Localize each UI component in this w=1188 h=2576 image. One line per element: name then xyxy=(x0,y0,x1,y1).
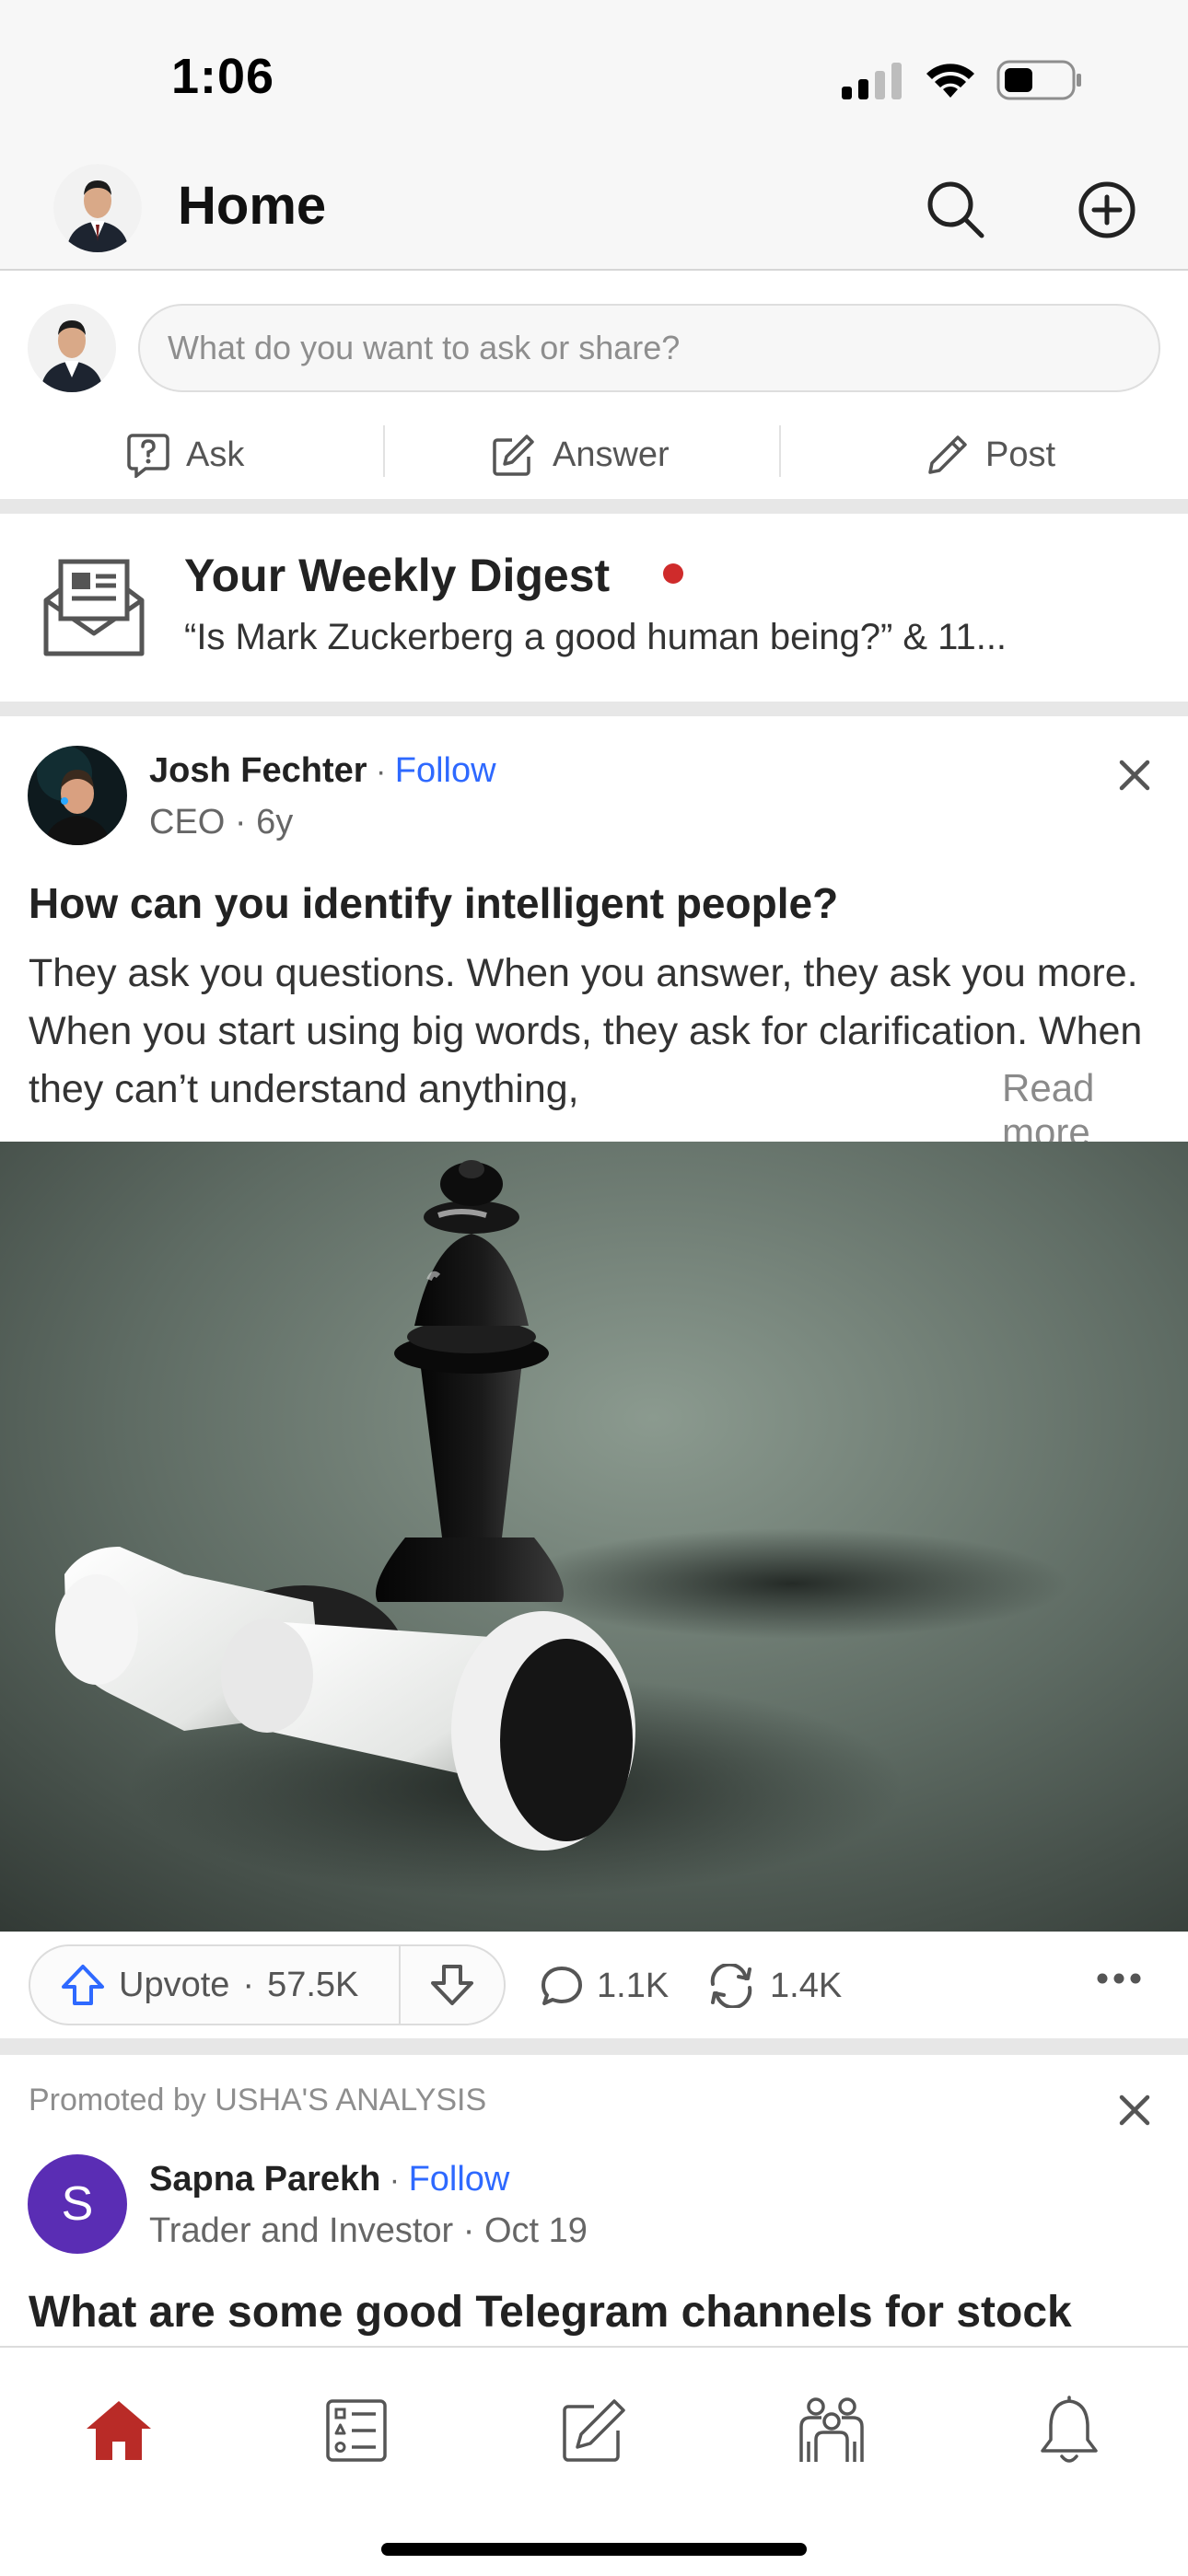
question-title[interactable]: How can you identify intelligent people? xyxy=(29,878,838,928)
upvote-label: Upvote xyxy=(119,1965,230,2004)
cellular-signal-icon xyxy=(842,63,903,99)
promoted-follow-button[interactable]: Follow xyxy=(409,2160,510,2199)
action-divider xyxy=(383,425,385,477)
comments-button[interactable]: 1.1K xyxy=(540,1954,669,2018)
feed-divider xyxy=(0,2038,1188,2055)
separator-dot: · xyxy=(242,1965,255,2004)
add-icon[interactable] xyxy=(1076,179,1138,241)
separator-dot: · xyxy=(367,754,395,789)
search-icon[interactable] xyxy=(925,179,987,241)
digest-title: Your Weekly Digest xyxy=(184,550,611,601)
share-button[interactable]: 1.4K xyxy=(705,1954,842,2018)
answer-button[interactable]: Answer xyxy=(492,418,670,492)
promoted-post: Promoted by USHA'S ANALYSIS S Sapna Pare… xyxy=(0,2055,1188,2346)
answer-icon xyxy=(492,433,536,477)
pencil-icon xyxy=(926,434,969,476)
unread-dot xyxy=(663,563,683,584)
feed-divider xyxy=(0,499,1188,514)
notifications-icon[interactable] xyxy=(1019,2385,1120,2477)
home-indicator[interactable] xyxy=(381,2543,807,2556)
promoted-author-line: Sapna Parekh · Follow xyxy=(149,2160,509,2199)
post-button[interactable]: Post xyxy=(926,418,1055,492)
downvote-icon xyxy=(429,1963,475,2007)
feed-divider xyxy=(0,702,1188,716)
share-icon xyxy=(705,1964,757,2008)
author-avatar[interactable] xyxy=(28,746,127,845)
composer: What do you want to ask or share? Ask An… xyxy=(0,271,1188,499)
promoted-author-meta: Trader and Investor · Oct 19 xyxy=(149,2211,588,2251)
promoted-date: Oct 19 xyxy=(483,2211,588,2250)
following-icon[interactable] xyxy=(306,2385,407,2477)
feed-post: Josh Fechter · Follow CEO · 6y How can y… xyxy=(0,716,1188,2038)
author-credential: CEO xyxy=(149,803,226,841)
close-icon[interactable] xyxy=(1116,757,1153,794)
author-line: Josh Fechter · Follow xyxy=(149,751,496,791)
promoted-author-name[interactable]: Sapna Parekh xyxy=(149,2160,380,2199)
answer-label: Answer xyxy=(553,435,670,474)
bottom-nav xyxy=(0,2346,1188,2576)
spaces-icon[interactable] xyxy=(781,2385,882,2477)
upvote-button[interactable]: Upvote · 57.5K xyxy=(30,1946,399,2024)
weekly-digest-card[interactable]: Your Weekly Digest “Is Mark Zuckerberg a… xyxy=(0,514,1188,702)
upvote-icon xyxy=(60,1963,106,2007)
promoted-label: Promoted by USHA'S ANALYSIS xyxy=(29,2083,487,2118)
post-image[interactable] xyxy=(0,1142,1188,1932)
separator-dot: · xyxy=(453,2211,484,2250)
more-options-icon[interactable] xyxy=(1096,1972,1142,1985)
upvote-count: 57.5K xyxy=(267,1965,359,2004)
follow-button[interactable]: Follow xyxy=(395,751,496,790)
ask-label: Ask xyxy=(186,435,245,474)
share-count: 1.4K xyxy=(770,1966,843,2005)
status-time: 1:06 xyxy=(171,49,275,104)
digest-subtitle: “Is Mark Zuckerberg a good human being?”… xyxy=(184,617,1007,657)
profile-avatar[interactable] xyxy=(53,164,142,252)
comment-count: 1.1K xyxy=(597,1966,670,2005)
author-name[interactable]: Josh Fechter xyxy=(149,751,367,790)
author-meta: CEO · 6y xyxy=(149,803,293,842)
battery-icon xyxy=(996,59,1085,101)
app-header: Home xyxy=(0,147,1188,271)
comment-icon xyxy=(540,1965,584,2007)
composer-avatar xyxy=(28,304,116,392)
separator-dot: · xyxy=(225,803,257,841)
wifi-icon xyxy=(923,59,978,99)
newsletter-icon xyxy=(41,556,147,659)
ask-icon xyxy=(127,432,169,478)
vote-pill: Upvote · 57.5K xyxy=(29,1944,506,2025)
answer-nav-icon[interactable] xyxy=(543,2385,645,2477)
post-age: 6y xyxy=(256,803,294,841)
promoted-question-title[interactable]: What are some good Telegram channels for… xyxy=(29,2287,1072,2338)
close-icon[interactable] xyxy=(1116,2092,1153,2129)
home-icon[interactable] xyxy=(68,2385,169,2477)
separator-dot: · xyxy=(380,2163,409,2198)
promoted-author-avatar[interactable]: S xyxy=(28,2154,127,2254)
action-divider xyxy=(779,425,781,477)
post-label: Post xyxy=(985,435,1056,474)
status-bar: 1:06 xyxy=(0,0,1188,147)
page-title: Home xyxy=(178,176,327,236)
promoted-author-credential: Trader and Investor xyxy=(149,2211,454,2250)
downvote-button[interactable] xyxy=(401,1946,504,2024)
ask-button[interactable]: Ask xyxy=(127,418,244,492)
ask-input[interactable]: What do you want to ask or share? xyxy=(138,304,1160,392)
